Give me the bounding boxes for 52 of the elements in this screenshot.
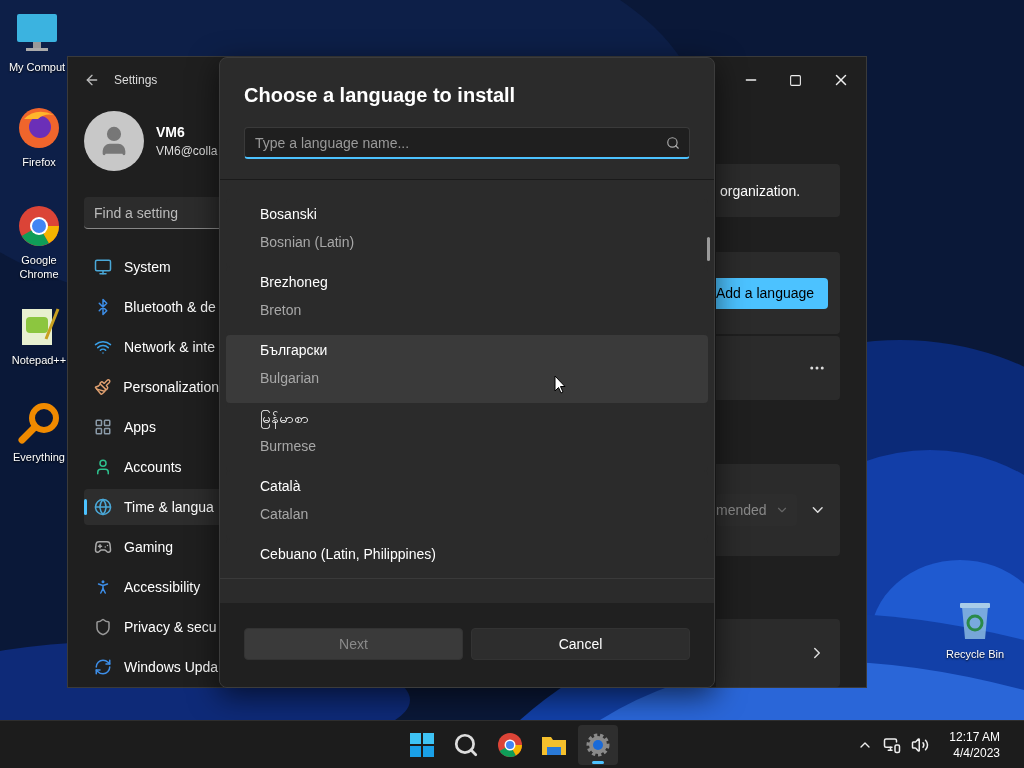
language-search-field[interactable]: Type a language name... — [244, 127, 690, 159]
nav-item[interactable]: Windows Upda — [84, 649, 219, 685]
dialog-button[interactable]: Cancel — [471, 628, 690, 660]
gamepad-icon — [94, 538, 112, 556]
notice-text: organization. — [719, 182, 801, 199]
nav-item[interactable]: Time & langua — [84, 489, 219, 525]
scrollbar-thumb[interactable] — [707, 237, 710, 261]
shield-icon — [94, 618, 112, 636]
clock-time[interactable]: 12:17 AM — [949, 728, 1000, 745]
desktop-icon-label[interactable]: Google Chrome — [14, 253, 64, 281]
windows-logo-icon — [409, 731, 435, 758]
user-email: VM6@colla — [156, 144, 218, 158]
nav-item[interactable]: Accessibility — [84, 569, 219, 605]
monitor-icon — [94, 258, 112, 276]
desktop-icon-label[interactable]: Everything — [13, 450, 65, 464]
gear-icon — [585, 731, 611, 758]
cursor-icon — [554, 375, 566, 394]
window-title: Settings — [114, 73, 158, 87]
network-icon[interactable] — [883, 735, 902, 754]
dialog-title: Choose a language to install — [244, 84, 517, 107]
nav-item[interactable]: Personalization — [84, 369, 219, 405]
chrome-icon — [497, 731, 523, 758]
nav-item[interactable]: Privacy & secu — [84, 609, 219, 645]
desktop-icon-label[interactable]: Notepad++ — [11, 353, 67, 367]
desktop-icon-label[interactable]: My Comput — [8, 60, 66, 74]
search-field[interactable]: Find a setting — [84, 197, 219, 229]
firefox-icon — [16, 105, 62, 151]
wifi-icon — [94, 338, 112, 356]
add-language-button[interactable]: Add a language — [716, 277, 829, 309]
language-item[interactable]: Български Bulgarian — [226, 335, 708, 403]
maximize-icon[interactable] — [789, 73, 802, 87]
desktop-icon-label[interactable]: Firefox — [22, 155, 56, 169]
nav-item[interactable]: System — [84, 249, 219, 285]
search-icon — [666, 136, 680, 150]
chrome-icon — [16, 203, 62, 249]
magnifier-icon — [16, 400, 62, 446]
nav-item[interactable]: Bluetooth & de — [84, 289, 219, 325]
nav-item[interactable]: Accounts — [84, 449, 219, 485]
user-name: VM6 — [156, 124, 186, 140]
back-icon[interactable] — [84, 72, 100, 88]
nav-item[interactable]: Gaming — [84, 529, 219, 565]
desktop-icon-label[interactable]: Recycle Bin — [945, 647, 1005, 661]
person-icon — [94, 458, 112, 476]
search-icon — [453, 731, 479, 758]
clock-date[interactable]: 4/4/2023 — [953, 744, 1000, 761]
globe-icon — [94, 498, 112, 516]
volume-icon[interactable] — [911, 735, 930, 754]
nav-item[interactable]: Apps — [84, 409, 219, 445]
nav-item[interactable]: Network & inte — [84, 329, 219, 365]
apps-icon — [94, 418, 112, 436]
sync-icon — [94, 658, 112, 676]
brush-icon — [94, 378, 112, 396]
